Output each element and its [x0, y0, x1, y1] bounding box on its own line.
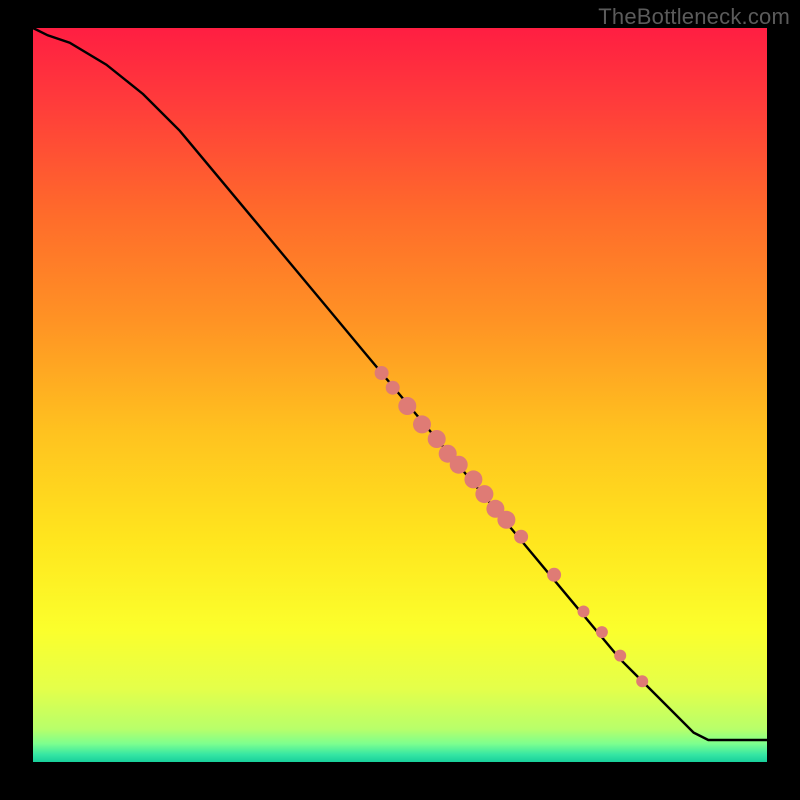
data-point	[464, 470, 482, 488]
watermark-text: TheBottleneck.com	[598, 4, 790, 30]
data-point	[475, 485, 493, 503]
data-point	[578, 606, 590, 618]
data-point	[636, 675, 648, 687]
data-point	[428, 430, 446, 448]
bottleneck-chart	[0, 0, 800, 800]
data-point	[450, 456, 468, 474]
data-point	[398, 397, 416, 415]
data-point	[386, 381, 400, 395]
data-point	[413, 415, 431, 433]
data-point	[596, 626, 608, 638]
chart-stage: TheBottleneck.com	[0, 0, 800, 800]
data-point	[514, 530, 528, 544]
data-point	[614, 650, 626, 662]
data-point	[375, 366, 389, 380]
data-point	[497, 511, 515, 529]
data-point	[547, 568, 561, 582]
